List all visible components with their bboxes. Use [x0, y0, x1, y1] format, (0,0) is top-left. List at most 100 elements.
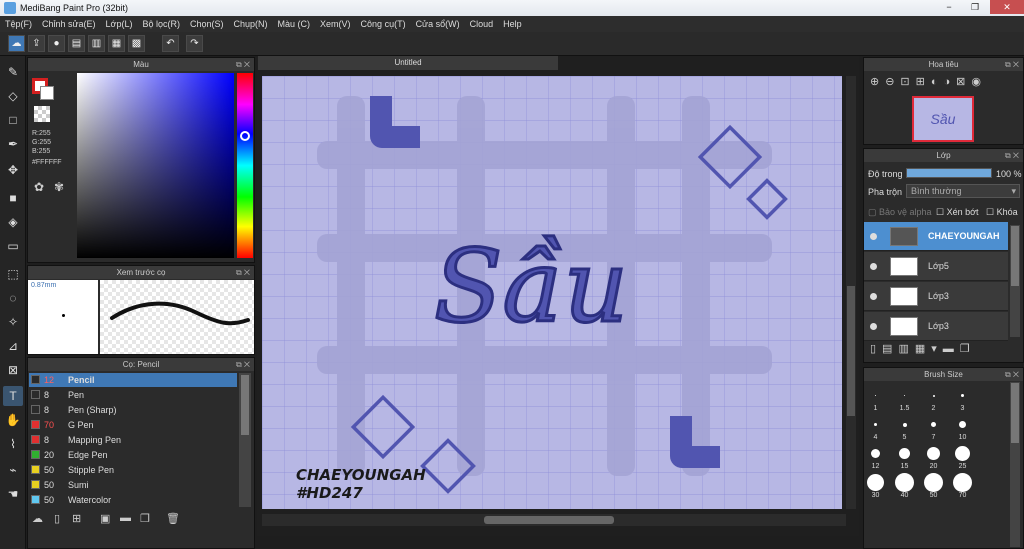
brush-duplicate-icon[interactable]: ❐: [140, 512, 150, 525]
rectangle-tool-icon[interactable]: □: [3, 110, 23, 130]
pen-tool-icon[interactable]: ✒: [3, 134, 23, 154]
palette-icon[interactable]: ✿: [34, 180, 44, 194]
document-icon[interactable]: ▥: [88, 35, 105, 52]
select-pen-icon[interactable]: ⊿: [3, 336, 23, 356]
menu-edit[interactable]: Chỉnh sửa(E): [37, 16, 101, 32]
layer-row[interactable]: Lớp3: [864, 312, 1008, 341]
drawing-canvas[interactable]: Sầu CHAEYOUNGAH #HD247: [262, 76, 842, 509]
menu-tools[interactable]: Công cụ(T): [356, 16, 411, 32]
close-button[interactable]: ✕: [990, 0, 1024, 14]
operation-tool-icon[interactable]: ✋: [3, 410, 23, 430]
brush-size-option[interactable]: 10: [953, 415, 972, 441]
menu-file[interactable]: Tệp(F): [0, 16, 37, 32]
brush-size-option[interactable]: 25: [953, 444, 972, 470]
brush-size-option[interactable]: 50: [924, 473, 943, 499]
menu-view[interactable]: Xem(V): [315, 16, 356, 32]
undo-icon[interactable]: ↶: [162, 35, 179, 52]
gradient-tool-icon[interactable]: ▭: [3, 236, 23, 256]
panel-popout-icon[interactable]: ⧉ ✕: [1005, 149, 1019, 162]
panel-popout-icon[interactable]: ⧉ ✕: [1005, 368, 1019, 381]
panel-popout-icon[interactable]: ⧉ ✕: [236, 358, 250, 371]
document-tab[interactable]: Untitled: [258, 56, 558, 70]
brush-list-scrollbar[interactable]: [239, 373, 251, 507]
brush-item[interactable]: 12 Pencil: [29, 373, 237, 387]
brush-size-option[interactable]: 1.5: [895, 386, 914, 412]
text-tool-icon[interactable]: T: [3, 386, 23, 406]
clip-checkbox[interactable]: ☐ Xén bớt: [936, 207, 979, 218]
layer-row[interactable]: CHAEYOUNGAH: [864, 222, 1008, 251]
eye-icon[interactable]: [870, 293, 877, 300]
comment-icon[interactable]: ▤: [68, 35, 85, 52]
eye-icon[interactable]: [870, 323, 877, 330]
brush-size-scrollbar[interactable]: [1010, 382, 1020, 547]
layers-scrollbar[interactable]: [1010, 225, 1020, 337]
brush-item[interactable]: 50 Stipple Pen: [29, 463, 237, 477]
eyedropper-icon[interactable]: ⌇: [3, 434, 23, 454]
brush-item[interactable]: 20 Edge Pen: [29, 448, 237, 462]
brush-size-option[interactable]: 70: [953, 473, 972, 499]
brush-size-option[interactable]: 30: [866, 473, 885, 499]
fill-rect-tool-icon[interactable]: ■: [3, 188, 23, 208]
brush-cloud-icon[interactable]: ☁: [32, 512, 43, 525]
canvas-vscroll[interactable]: [846, 76, 856, 509]
menu-filter[interactable]: Bộ lọc(R): [137, 16, 185, 32]
menu-snap[interactable]: Chụp(N): [229, 16, 273, 32]
brush-size-option[interactable]: 4: [866, 415, 885, 441]
brush-size-option[interactable]: 20: [924, 444, 943, 470]
brush-size-option[interactable]: 40: [895, 473, 914, 499]
panel-popout-icon[interactable]: ⧉ ✕: [236, 266, 250, 279]
transparent-color-swatch[interactable]: [34, 106, 50, 122]
menu-help[interactable]: Help: [498, 16, 527, 32]
eye-icon[interactable]: [870, 233, 877, 240]
brush-tool-icon[interactable]: ✎: [3, 62, 23, 82]
settings-list-icon[interactable]: ▦: [108, 35, 125, 52]
upload-icon[interactable]: ⇪: [28, 35, 45, 52]
brush-delete-icon[interactable]: 🗑: [166, 512, 180, 525]
brush-item[interactable]: 50 Sumi: [29, 478, 237, 492]
brush-size-option[interactable]: 5: [895, 415, 914, 441]
brush-item[interactable]: 70 G Pen: [29, 418, 237, 432]
eraser-tool-icon[interactable]: ◇: [3, 86, 23, 106]
cloud-icon[interactable]: ☁: [8, 35, 25, 52]
brush-size-option[interactable]: 3: [953, 386, 972, 412]
select-eraser-icon[interactable]: ⊠: [3, 360, 23, 380]
menu-select[interactable]: Chọn(S): [185, 16, 229, 32]
minimize-button[interactable]: −: [936, 0, 962, 14]
redo-icon[interactable]: ↷: [186, 35, 203, 52]
grid-icon[interactable]: ▩: [128, 35, 145, 52]
panel-popout-icon[interactable]: ⧉ ✕: [1005, 58, 1019, 71]
secondary-color-swatch[interactable]: [40, 86, 54, 100]
bucket-tool-icon[interactable]: ◈: [3, 212, 23, 232]
brush-item[interactable]: 8 Pen: [29, 388, 237, 402]
select-tool-icon[interactable]: ⬚: [3, 264, 23, 284]
navigator-thumbnail[interactable]: Sầu: [912, 96, 974, 142]
menu-color[interactable]: Màu (C): [273, 16, 316, 32]
palette-add-icon[interactable]: ✾: [54, 180, 64, 194]
chat-icon[interactable]: ●: [48, 35, 65, 52]
blend-select[interactable]: Bình thường ▾: [906, 184, 1020, 198]
opacity-slider[interactable]: [906, 168, 992, 178]
saturation-value-picker[interactable]: [77, 73, 234, 258]
lasso-tool-icon[interactable]: ◌: [3, 288, 23, 308]
brush-item[interactable]: 8 Pen (Sharp): [29, 403, 237, 417]
panel-popout-icon[interactable]: ⧉ ✕: [236, 58, 250, 71]
canvas-hscroll[interactable]: [262, 514, 846, 526]
maximize-button[interactable]: ❐: [962, 0, 988, 14]
brush-new-icon[interactable]: ▯: [54, 512, 60, 525]
brush-size-option[interactable]: 7: [924, 415, 943, 441]
brush-item[interactable]: 8 Mapping Pen: [29, 433, 237, 447]
hue-slider[interactable]: [237, 73, 253, 258]
brush-size-option[interactable]: 12: [866, 444, 885, 470]
navigator-zoom-icons[interactable]: ⊕⊖⊡⊞◐◑⊠◉: [870, 75, 1020, 91]
hand-tool-icon[interactable]: ☚: [3, 484, 23, 504]
menu-cloud[interactable]: Cloud: [465, 16, 499, 32]
brush-copy-icon[interactable]: ▣: [100, 512, 110, 525]
layer-actions[interactable]: ▯▤▥▦▾▬❐: [864, 340, 1022, 360]
eye-icon[interactable]: [870, 263, 877, 270]
menu-layer[interactable]: Lớp(L): [101, 16, 138, 32]
brush-item[interactable]: 50 Watercolor: [29, 493, 237, 507]
layer-row[interactable]: Lớp3: [864, 282, 1008, 311]
brush-size-option[interactable]: 1: [866, 386, 885, 412]
protect-alpha-checkbox[interactable]: ▢ Bảo vệ alpha: [868, 207, 932, 218]
brush-folder-icon[interactable]: ▬: [120, 512, 131, 524]
